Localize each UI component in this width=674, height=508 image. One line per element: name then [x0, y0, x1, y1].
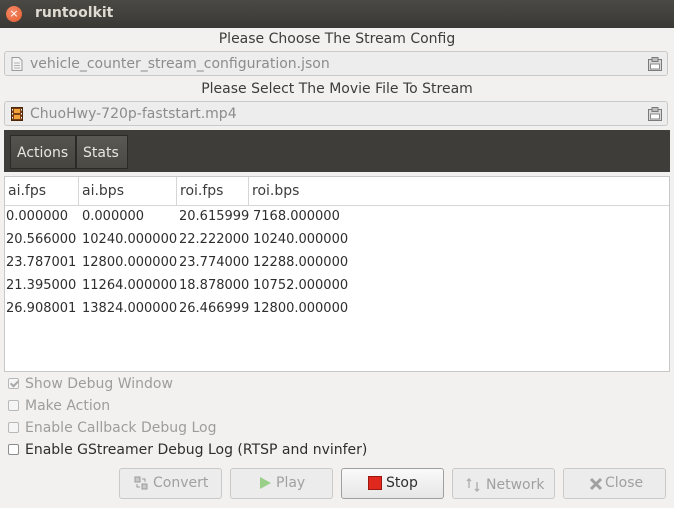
close-label: Close — [605, 475, 644, 491]
table-row[interactable]: 20.566000 10240.000000 22.222000 10240.0… — [5, 228, 669, 251]
play-button[interactable]: Play — [230, 468, 333, 499]
play-label: Play — [276, 475, 306, 491]
checkbox-unchecked-icon — [8, 400, 19, 411]
close-button[interactable]: Close — [563, 468, 666, 499]
close-icon — [589, 477, 603, 491]
tab-bar: Actions Stats — [4, 130, 670, 172]
table-row[interactable]: 26.908001 13824.000000 26.466999 12800.0… — [5, 297, 669, 320]
stop-button[interactable]: Stop — [341, 468, 444, 499]
column-header-roi-fps[interactable]: roi.fps — [177, 177, 249, 205]
network-button[interactable]: Network — [452, 468, 555, 499]
cell-roi-bps: 7168.000000 — [253, 209, 340, 224]
cell-ai-bps: 12800.000000 — [82, 255, 178, 270]
cell-roi-bps: 12288.000000 — [253, 255, 349, 270]
network-label: Network — [486, 477, 545, 493]
movie-file-value: ChuoHwy-720p-faststart.mp4 — [30, 106, 237, 122]
cell-ai-fps: 26.908001 — [6, 301, 77, 316]
table-row[interactable]: 21.395000 11264.000000 18.878000 10752.0… — [5, 274, 669, 297]
movie-file-label: Please Select The Movie File To Stream — [201, 81, 473, 97]
cell-roi-fps: 18.878000 — [179, 278, 250, 293]
cell-ai-fps: 20.566000 — [6, 232, 77, 247]
cell-ai-bps: 11264.000000 — [82, 278, 178, 293]
paste-icon[interactable] — [647, 56, 663, 72]
checkbox-checked-icon — [8, 378, 19, 389]
paste-icon[interactable] — [647, 106, 663, 122]
film-icon — [11, 107, 23, 121]
tab-actions[interactable]: Actions — [10, 135, 76, 169]
cell-ai-bps: 0.000000 — [82, 209, 145, 224]
stream-config-value: vehicle_counter_stream_configuration.jso… — [30, 56, 330, 72]
table-row[interactable]: 23.787001 12800.000000 23.774000 12288.0… — [5, 251, 669, 274]
convert-label: Convert — [153, 475, 209, 491]
stats-table[interactable]: ai.fps ai.bps roi.fps roi.bps 0.000000 0… — [4, 176, 670, 372]
gstreamer-debug-log-label: Enable GStreamer Debug Log (RTSP and nvi… — [25, 442, 368, 458]
cell-ai-bps: 13824.000000 — [82, 301, 178, 316]
cell-roi-fps: 22.222000 — [179, 232, 250, 247]
network-icon — [466, 478, 480, 492]
checkbox-unchecked-icon — [8, 422, 19, 433]
column-header-ai-fps[interactable]: ai.fps — [5, 177, 79, 205]
window-close-icon[interactable]: × — [6, 6, 22, 22]
table-row[interactable]: 0.000000 0.000000 20.615999 7168.000000 — [5, 205, 669, 228]
callback-debug-log-label: Enable Callback Debug Log — [25, 420, 217, 436]
cell-ai-fps: 0.000000 — [6, 209, 69, 224]
cell-roi-fps: 26.466999 — [179, 301, 250, 316]
document-icon — [11, 57, 23, 71]
cell-roi-bps: 10752.000000 — [253, 278, 349, 293]
window-title: runtoolkit — [35, 5, 114, 21]
table-header: ai.fps ai.bps roi.fps roi.bps — [5, 177, 669, 206]
column-header-ai-bps[interactable]: ai.bps — [79, 177, 177, 205]
stream-config-field[interactable]: vehicle_counter_stream_configuration.jso… — [4, 51, 668, 76]
cell-ai-fps: 23.787001 — [6, 255, 77, 270]
cell-roi-bps: 10240.000000 — [253, 232, 349, 247]
movie-file-field[interactable]: ChuoHwy-720p-faststart.mp4 — [4, 101, 668, 126]
window-titlebar: × runtoolkit — [0, 0, 674, 28]
tab-stats[interactable]: Stats — [76, 135, 128, 169]
convert-icon — [134, 476, 148, 490]
stop-label: Stop — [386, 475, 418, 491]
checkbox-unchecked-icon — [8, 444, 19, 455]
convert-button[interactable]: Convert — [119, 468, 222, 499]
cell-roi-fps: 20.615999 — [179, 209, 250, 224]
stream-config-label: Please Choose The Stream Config — [218, 31, 456, 47]
make-action-label: Make Action — [25, 398, 111, 414]
column-header-roi-bps[interactable]: roi.bps — [249, 177, 669, 205]
show-debug-window-label: Show Debug Window — [25, 376, 173, 392]
cell-ai-fps: 21.395000 — [6, 278, 77, 293]
cell-ai-bps: 10240.000000 — [82, 232, 178, 247]
cell-roi-bps: 12800.000000 — [253, 301, 349, 316]
stop-icon — [368, 476, 382, 490]
cell-roi-fps: 23.774000 — [179, 255, 250, 270]
play-icon — [260, 477, 271, 489]
